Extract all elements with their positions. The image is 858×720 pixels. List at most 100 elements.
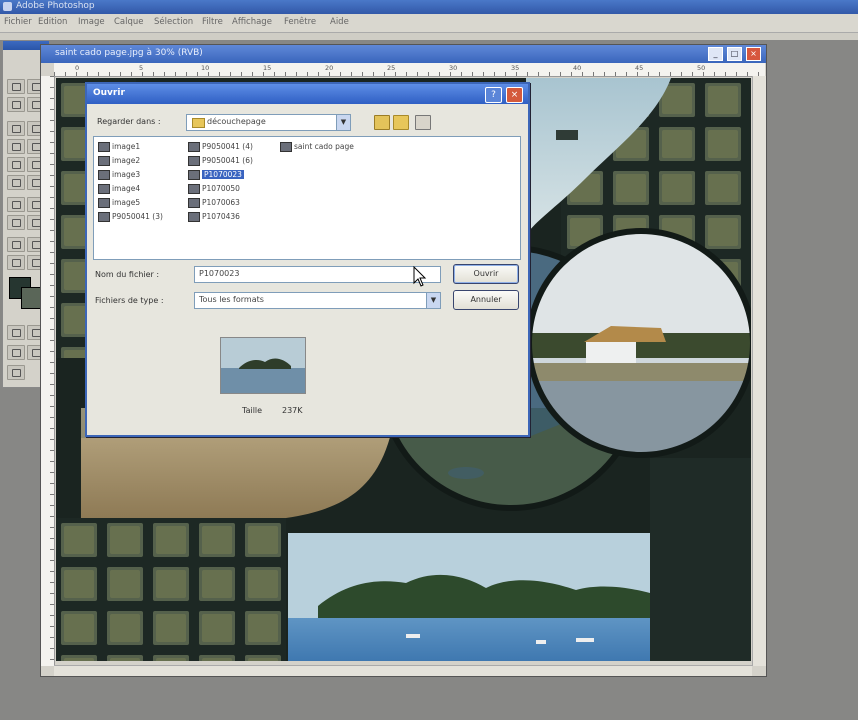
- ruler-label: 45: [635, 64, 644, 72]
- size-label: Taille: [242, 406, 263, 415]
- vertical-scrollbar[interactable]: [752, 76, 766, 666]
- pen-tool-icon[interactable]: [7, 215, 25, 230]
- menu-help[interactable]: Aide: [330, 17, 349, 27]
- menu-image[interactable]: Image: [78, 17, 105, 27]
- size-value: 237K: [282, 406, 303, 415]
- eyedropper-tool-icon[interactable]: [7, 237, 25, 252]
- file-list[interactable]: image1 image2 image3 image4 image5 P9050…: [93, 136, 521, 260]
- list-item[interactable]: P1070063: [188, 198, 240, 210]
- menubar: Fichier Edition Image Calque Sélection F…: [0, 14, 858, 33]
- menu-window[interactable]: Fenêtre: [284, 17, 316, 27]
- dialog-title: Ouvrir: [93, 88, 125, 98]
- chevron-down-icon[interactable]: ▼: [336, 115, 350, 130]
- dialog-titlebar[interactable]: Ouvrir ? ×: [87, 84, 528, 104]
- lookin-label: Regarder dans :: [97, 117, 161, 126]
- ruler-label: 35: [511, 64, 520, 72]
- image-file-icon: [188, 184, 200, 194]
- image-preview: [220, 337, 306, 394]
- quick-mask-icon[interactable]: [7, 325, 25, 340]
- lookin-value: découchepage: [207, 117, 266, 126]
- image-file-icon: [188, 212, 200, 222]
- chevron-down-icon[interactable]: ▼: [426, 293, 440, 308]
- menu-filter[interactable]: Filtre: [202, 17, 223, 27]
- stamp-tool-icon[interactable]: [7, 157, 25, 172]
- ruler-label: 25: [387, 64, 396, 72]
- menu-edit[interactable]: Edition: [38, 17, 67, 27]
- eraser-tool-icon[interactable]: [7, 175, 25, 190]
- menu-layer[interactable]: Calque: [114, 17, 144, 27]
- close-icon[interactable]: ×: [506, 87, 523, 103]
- ruler-label: 0: [75, 64, 80, 72]
- options-bar: [0, 33, 858, 40]
- list-item[interactable]: saint cado page: [280, 142, 354, 154]
- photoshop-icon: [3, 2, 12, 11]
- list-item[interactable]: image4: [98, 184, 140, 196]
- view-menu-icon[interactable]: [415, 115, 431, 130]
- app-titlebar: Adobe Photoshop: [0, 0, 858, 14]
- open-dialog: Ouvrir ? × Regarder dans : découchepage …: [85, 82, 530, 437]
- image-file-icon: [98, 212, 110, 222]
- type-tool-icon[interactable]: [7, 197, 25, 212]
- list-item[interactable]: P1070050: [188, 184, 240, 196]
- ruler-label: 20: [325, 64, 334, 72]
- ruler-label: 40: [573, 64, 582, 72]
- close-icon[interactable]: ×: [746, 47, 761, 61]
- filetype-label: Fichiers de type :: [95, 296, 164, 305]
- help-icon[interactable]: ?: [485, 87, 502, 103]
- vertical-ruler: [41, 76, 55, 666]
- hand-tool-icon[interactable]: [7, 255, 25, 270]
- filetype-value: Tous les formats: [199, 295, 264, 304]
- filetype-dropdown[interactable]: Tous les formats ▼: [194, 292, 441, 309]
- ruler-label: 30: [449, 64, 458, 72]
- list-item[interactable]: image1: [98, 142, 140, 154]
- filename-field[interactable]: P1070023: [194, 266, 441, 283]
- document-title: saint cado page.jpg à 30% (RVB): [55, 48, 203, 58]
- marquee-tool-icon[interactable]: [7, 79, 25, 94]
- ruler-label: 10: [201, 64, 210, 72]
- minimize-icon[interactable]: _: [708, 47, 723, 61]
- image-file-icon: [188, 142, 200, 152]
- image-file-icon: [188, 156, 200, 166]
- mouse-pointer-icon: [413, 266, 427, 287]
- ruler-label: 15: [263, 64, 272, 72]
- list-item[interactable]: image2: [98, 156, 140, 168]
- list-item[interactable]: P9050041 (3): [98, 212, 163, 224]
- ruler-label: 50: [697, 64, 706, 72]
- list-item[interactable]: P9050041 (4): [188, 142, 253, 154]
- healing-brush-icon[interactable]: [7, 139, 25, 154]
- maximize-icon[interactable]: □: [727, 47, 742, 61]
- list-item[interactable]: image5: [98, 198, 140, 210]
- cancel-button[interactable]: Annuler: [453, 290, 519, 310]
- image-file-icon: [98, 184, 110, 194]
- new-folder-icon[interactable]: [393, 115, 409, 130]
- document-titlebar[interactable]: saint cado page.jpg à 30% (RVB) _ □ ×: [41, 45, 766, 63]
- preview-thumbnail: [221, 338, 305, 393]
- menu-select[interactable]: Sélection: [154, 17, 193, 27]
- image-file-icon: [188, 170, 200, 180]
- list-item[interactable]: image3: [98, 170, 140, 182]
- filename-value: P1070023: [199, 269, 240, 278]
- open-button[interactable]: Ouvrir: [453, 264, 519, 284]
- up-folder-icon[interactable]: [374, 115, 390, 130]
- jump-to-imageready-icon[interactable]: [7, 365, 25, 380]
- image-file-icon: [98, 142, 110, 152]
- image-file-icon: [280, 142, 292, 152]
- horizontal-ruler: [54, 63, 765, 77]
- screen-mode-icon[interactable]: [7, 345, 25, 360]
- crop-tool-icon[interactable]: [7, 121, 25, 136]
- list-item[interactable]: P9050041 (6): [188, 156, 253, 168]
- folder-icon: [192, 118, 205, 128]
- ruler-label: 5: [139, 64, 144, 72]
- menu-view[interactable]: Affichage: [232, 17, 272, 27]
- menu-file[interactable]: Fichier: [4, 17, 32, 27]
- image-file-icon: [188, 198, 200, 208]
- list-item-selected[interactable]: P1070023: [188, 170, 244, 182]
- horizontal-scrollbar[interactable]: [54, 665, 752, 676]
- filename-label: Nom du fichier :: [95, 270, 160, 279]
- lookin-dropdown[interactable]: découchepage ▼: [186, 114, 351, 131]
- list-item[interactable]: P1070436: [188, 212, 240, 224]
- image-file-icon: [98, 156, 110, 166]
- image-file-icon: [98, 170, 110, 180]
- image-file-icon: [98, 198, 110, 208]
- lasso-tool-icon[interactable]: [7, 97, 25, 112]
